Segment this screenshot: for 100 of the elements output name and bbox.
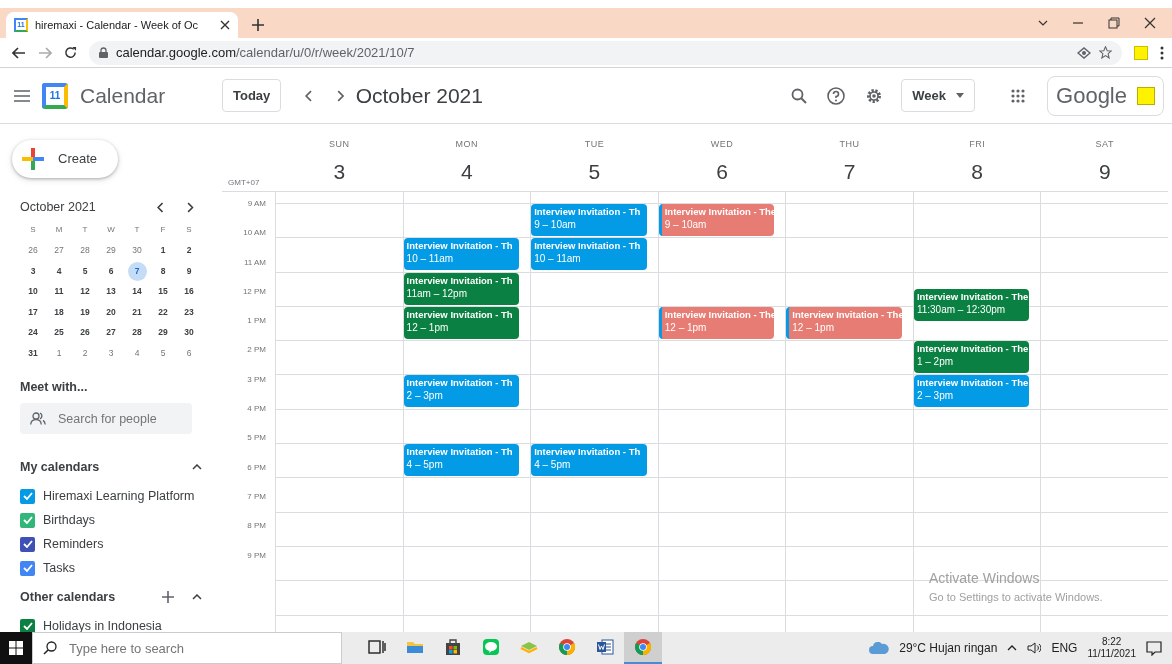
people-search-field[interactable]: Search for people [20, 403, 192, 435]
mini-calendar-day[interactable]: 12 [75, 282, 95, 302]
mini-calendar-day[interactable]: 5 [75, 261, 95, 281]
menu-dots-icon[interactable] [1160, 45, 1164, 60]
mini-calendar-day[interactable]: 9 [179, 261, 199, 281]
notification-icon[interactable] [1146, 640, 1162, 656]
windows-logo-icon[interactable] [9, 641, 23, 655]
mini-calendar-day[interactable]: 11 [49, 282, 69, 302]
today-button[interactable]: Today [222, 78, 282, 113]
previous-month-icon[interactable] [156, 201, 164, 213]
mini-calendar-day[interactable]: 27 [49, 241, 69, 261]
mini-calendar-day[interactable]: 1 [49, 343, 69, 363]
mini-calendar-day[interactable]: 24 [23, 323, 43, 343]
settings-icon[interactable] [865, 86, 884, 105]
add-icon[interactable] [162, 591, 174, 604]
mini-calendar-day[interactable]: 6 [101, 261, 121, 281]
shopping-bag-icon[interactable] [444, 638, 462, 656]
mini-calendar-day[interactable]: 17 [23, 302, 43, 322]
collapse-icon[interactable] [192, 594, 202, 601]
mini-calendar-day[interactable]: 2 [75, 343, 95, 363]
mini-calendar-day[interactable]: 29 [101, 241, 121, 261]
mini-calendar-day[interactable]: 23 [179, 302, 199, 322]
start-button[interactable] [0, 632, 32, 664]
document-icon[interactable] [596, 638, 614, 656]
clock-date[interactable]: 11/11/2021 [1087, 648, 1136, 660]
day-number[interactable]: 9 [1098, 155, 1111, 187]
chevron-up-icon[interactable] [1007, 645, 1018, 651]
mini-calendar-day[interactable]: 31 [23, 343, 43, 363]
mini-calendar-day[interactable]: 21 [127, 302, 147, 322]
next-week-icon[interactable] [336, 89, 344, 102]
day-number[interactable]: 3 [333, 155, 346, 187]
mini-calendar-day[interactable]: 22 [153, 302, 173, 322]
tab-search-icon[interactable] [1038, 20, 1048, 26]
day-number[interactable]: 5 [588, 155, 601, 187]
account-button[interactable]: Google [1047, 75, 1164, 116]
event-chip[interactable]: Interview Invitation - The 11:30am – 12:30pm [913, 289, 1030, 322]
apps-grid-icon[interactable] [1011, 88, 1026, 103]
speaker-icon[interactable] [1027, 642, 1042, 654]
mini-calendar-day[interactable]: 4 [49, 261, 69, 281]
mini-calendar-day[interactable]: 27 [101, 323, 121, 343]
mini-calendar-day[interactable]: 8 [153, 261, 173, 281]
event-chip[interactable]: Interview Invitation - The 1 – 2pm [913, 341, 1030, 374]
checkbox[interactable] [20, 560, 35, 576]
mini-calendar-day[interactable]: 28 [127, 323, 147, 343]
mini-calendar-day[interactable]: 28 [75, 241, 95, 261]
mini-calendar-day[interactable]: 3 [23, 261, 43, 281]
mini-calendar-day[interactable]: 2 [179, 241, 199, 261]
mini-calendar-day[interactable]: 19 [75, 302, 95, 322]
checkbox[interactable] [20, 488, 35, 504]
mini-calendar-day[interactable]: 13 [101, 282, 121, 302]
mini-calendar-day[interactable]: 15 [153, 282, 173, 302]
event-chip[interactable]: Interview Invitation - Th 12 – 1pm [403, 306, 520, 339]
view-dropdown[interactable]: Week [901, 78, 976, 113]
mini-calendar-day[interactable]: 6 [179, 343, 199, 363]
task-view-icon[interactable] [368, 638, 386, 656]
taskbar-search-field[interactable]: Type here to search [32, 632, 342, 664]
close-icon[interactable] [220, 20, 230, 30]
reload-icon[interactable] [64, 46, 77, 59]
next-month-icon[interactable] [187, 201, 194, 213]
new-tab-icon[interactable] [252, 19, 264, 31]
checkbox[interactable] [20, 618, 35, 632]
eye-icon[interactable] [1077, 46, 1091, 59]
mini-calendar-day[interactable]: 25 [49, 323, 69, 343]
mini-calendar-day[interactable]: 29 [153, 323, 173, 343]
day-number[interactable]: 8 [971, 155, 983, 187]
menu-icon[interactable] [14, 89, 30, 102]
search-icon[interactable] [791, 87, 808, 104]
mini-calendar-day[interactable]: 7 [127, 261, 147, 281]
mini-calendar-day[interactable]: 30 [179, 323, 199, 343]
mini-calendar-day[interactable]: 14 [127, 282, 147, 302]
day-number[interactable]: 7 [843, 155, 856, 187]
collapse-icon[interactable] [192, 464, 202, 471]
close-window-icon[interactable] [1144, 17, 1156, 29]
mini-calendar-day[interactable]: 4 [127, 343, 147, 363]
star-icon[interactable] [1099, 46, 1112, 59]
checkbox[interactable] [20, 536, 35, 552]
browser-icon[interactable] [558, 638, 576, 656]
event-chip[interactable]: Interview Invitation - Th 11am – 12pm [403, 272, 520, 305]
mini-calendar-day[interactable]: 16 [179, 282, 199, 302]
mini-calendar-day[interactable]: 10 [23, 282, 43, 302]
browser-icon[interactable] [634, 638, 652, 656]
day-number[interactable]: 6 [716, 155, 728, 187]
weather-text[interactable]: 29°C Hujan ringan [899, 639, 998, 657]
restore-icon[interactable] [1108, 17, 1120, 29]
mini-calendar-day[interactable]: 26 [23, 241, 43, 261]
day-number[interactable]: 4 [461, 155, 473, 187]
checkbox[interactable] [20, 512, 35, 528]
back-icon[interactable] [12, 46, 26, 59]
url-text[interactable]: calendar.google.com/calendar/u/0/r/week/2021/10/7 [116, 42, 415, 63]
mini-calendar-day[interactable]: 30 [127, 241, 147, 261]
mini-calendar-day[interactable]: 3 [101, 343, 121, 363]
create-button[interactable]: Create [12, 140, 118, 178]
help-icon[interactable] [827, 86, 846, 105]
address-bar[interactable]: calendar.google.com/calendar/u/0/r/week/2021/10/7 [89, 40, 1122, 65]
mini-calendar-day[interactable]: 1 [153, 241, 173, 261]
language-indicator[interactable]: ENG [1051, 639, 1078, 657]
mini-calendar-day[interactable]: 26 [75, 323, 95, 343]
previous-week-icon[interactable] [305, 89, 313, 102]
clock-time[interactable]: 8:22 [1101, 636, 1122, 648]
mini-calendar-day[interactable]: 18 [49, 302, 69, 322]
